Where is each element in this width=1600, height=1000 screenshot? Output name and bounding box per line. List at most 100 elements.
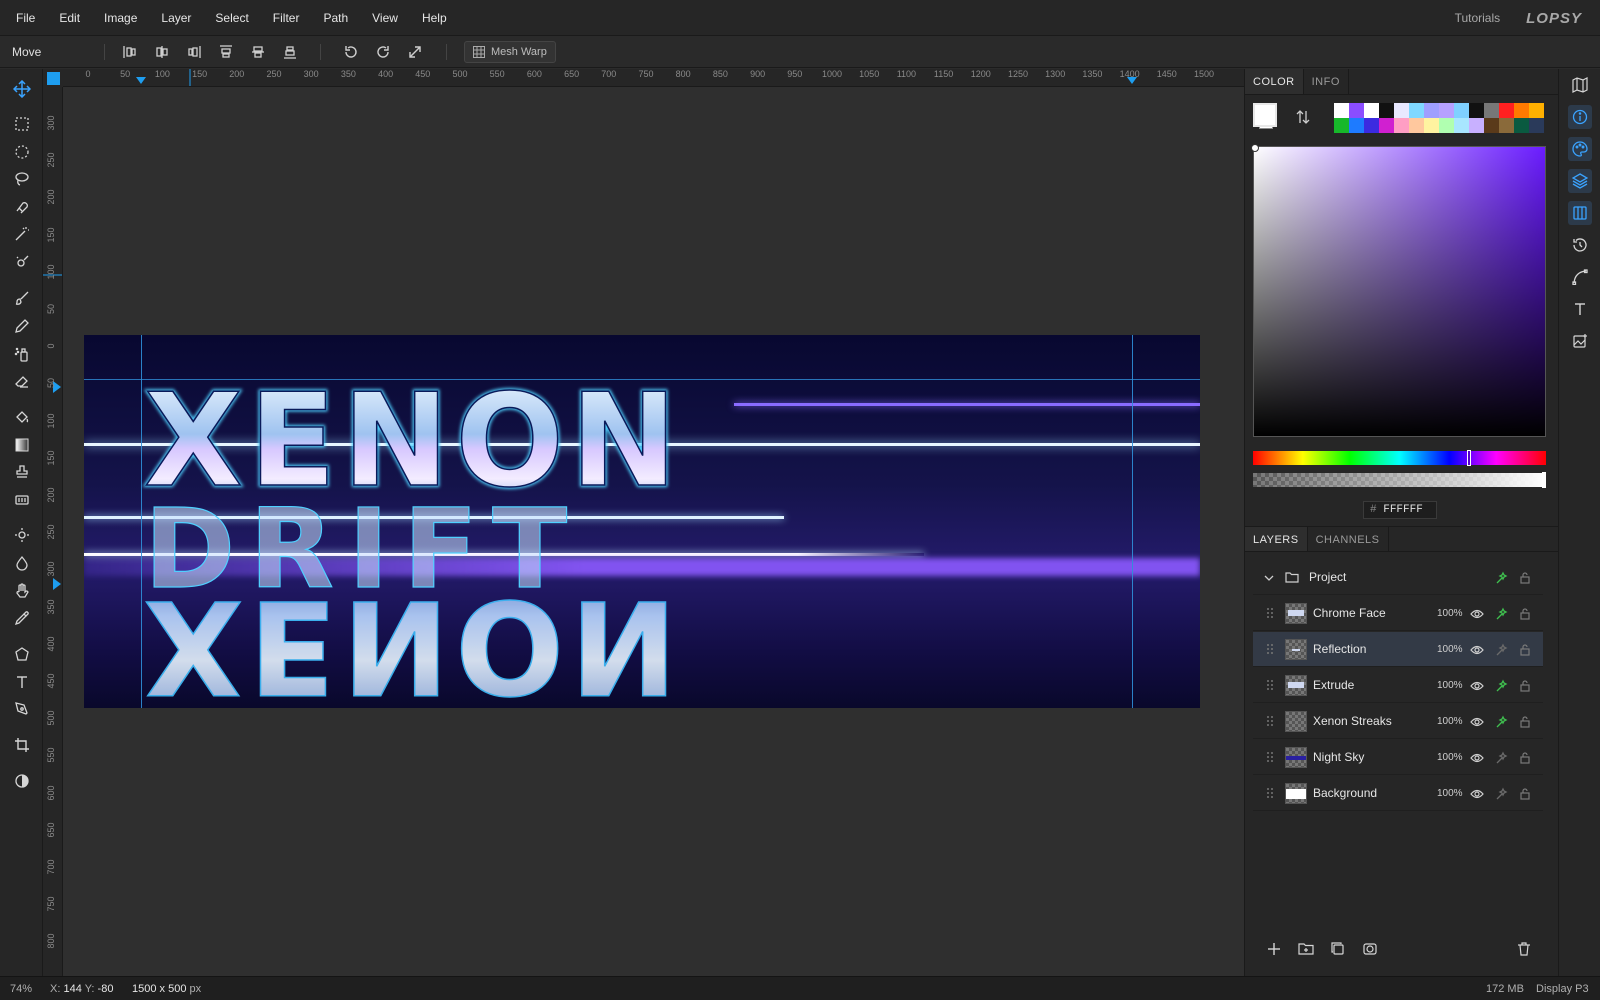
eye-icon[interactable] bbox=[1469, 750, 1485, 766]
quick-select-icon[interactable] bbox=[10, 250, 34, 274]
rotate-right-icon[interactable] bbox=[373, 42, 393, 62]
eye-icon[interactable] bbox=[1469, 606, 1485, 622]
info-icon[interactable] bbox=[1568, 105, 1592, 129]
layer-row[interactable]: Chrome Face 100% bbox=[1253, 596, 1543, 631]
palette-swatch[interactable] bbox=[1349, 118, 1364, 133]
eye-icon[interactable] bbox=[1469, 642, 1485, 658]
tab-color[interactable]: COLOR bbox=[1245, 69, 1304, 94]
new-group-icon[interactable] bbox=[1296, 939, 1316, 959]
pattern-stamp-icon[interactable] bbox=[10, 488, 34, 512]
paint-bucket-icon[interactable] bbox=[10, 405, 34, 429]
lock-icon[interactable] bbox=[1517, 570, 1533, 586]
magic-wand-icon[interactable] bbox=[10, 222, 34, 246]
palette-swatch[interactable] bbox=[1529, 118, 1544, 133]
palette-swatch[interactable] bbox=[1409, 103, 1424, 118]
palette-swatch[interactable] bbox=[1334, 103, 1349, 118]
palette-swatch[interactable] bbox=[1334, 118, 1349, 133]
palette-swatch[interactable] bbox=[1484, 103, 1499, 118]
color-palette[interactable] bbox=[1334, 103, 1544, 133]
polygon-icon[interactable] bbox=[10, 642, 34, 666]
fx-icon[interactable] bbox=[1493, 678, 1509, 694]
palette-swatch[interactable] bbox=[1529, 103, 1544, 118]
eye-icon[interactable] bbox=[1469, 786, 1485, 802]
lock-icon[interactable] bbox=[1517, 786, 1533, 802]
paths-icon[interactable] bbox=[1568, 265, 1592, 289]
palette-swatch[interactable] bbox=[1499, 103, 1514, 118]
spray-icon[interactable] bbox=[10, 342, 34, 366]
layer-opacity[interactable]: 100% bbox=[1437, 632, 1463, 667]
duplicate-icon[interactable] bbox=[1328, 939, 1348, 959]
hand-icon[interactable] bbox=[10, 579, 34, 603]
palette-swatch[interactable] bbox=[1469, 118, 1484, 133]
lock-icon[interactable] bbox=[1517, 642, 1533, 658]
layer-row[interactable]: Night Sky 100% bbox=[1253, 740, 1543, 775]
drag-handle-icon[interactable] bbox=[1267, 608, 1273, 618]
map-icon[interactable] bbox=[1568, 73, 1592, 97]
mesh-warp-button[interactable]: Mesh Warp bbox=[464, 41, 556, 63]
contrast-icon[interactable] bbox=[10, 769, 34, 793]
eye-icon[interactable] bbox=[1469, 678, 1485, 694]
menu-path[interactable]: Path bbox=[311, 0, 360, 36]
expand-icon[interactable] bbox=[405, 42, 425, 62]
artboard[interactable]: XENON XENON XENON DRIFT bbox=[84, 335, 1200, 708]
lock-icon[interactable] bbox=[1517, 678, 1533, 694]
move-tool-icon[interactable] bbox=[10, 77, 34, 101]
align-center-h-icon[interactable] bbox=[152, 42, 172, 62]
menu-select[interactable]: Select bbox=[203, 0, 260, 36]
guide-vertical[interactable] bbox=[1132, 335, 1133, 708]
trash-icon[interactable] bbox=[1514, 939, 1534, 959]
drag-handle-icon[interactable] bbox=[1267, 788, 1273, 798]
palette-swatch[interactable] bbox=[1439, 103, 1454, 118]
chevron-down-icon[interactable] bbox=[1263, 572, 1275, 584]
palette-swatch[interactable] bbox=[1379, 118, 1394, 133]
fx-icon[interactable] bbox=[1493, 750, 1509, 766]
palette-swatch[interactable] bbox=[1454, 118, 1469, 133]
palette-swatch[interactable] bbox=[1469, 103, 1484, 118]
fx-icon[interactable] bbox=[1493, 606, 1509, 622]
palette-swatch[interactable] bbox=[1409, 118, 1424, 133]
horizontal-ruler[interactable]: 0 50 100 150 200 250 300 350 400 450 500 550 600 650 7… bbox=[63, 69, 1244, 87]
hue-slider[interactable] bbox=[1253, 450, 1546, 466]
palette-swatch[interactable] bbox=[1514, 118, 1529, 133]
guide-horizontal[interactable] bbox=[84, 379, 1200, 380]
drag-handle-icon[interactable] bbox=[1267, 716, 1273, 726]
tab-layers[interactable]: LAYERS bbox=[1245, 527, 1308, 551]
foreground-color-swatch[interactable] bbox=[1253, 103, 1277, 127]
eraser-icon[interactable] bbox=[10, 369, 34, 393]
lock-icon[interactable] bbox=[1517, 750, 1533, 766]
palette-swatch[interactable] bbox=[1484, 118, 1499, 133]
drag-handle-icon[interactable] bbox=[1267, 680, 1273, 690]
align-middle-v-icon[interactable] bbox=[248, 42, 268, 62]
tab-channels[interactable]: CHANNELS bbox=[1308, 527, 1389, 551]
drag-handle-icon[interactable] bbox=[1267, 644, 1273, 654]
palette-swatch[interactable] bbox=[1394, 103, 1409, 118]
eyedropper-icon[interactable] bbox=[10, 606, 34, 630]
layer-row[interactable]: Xenon Streaks 100% bbox=[1253, 704, 1543, 739]
gradient-icon[interactable] bbox=[10, 433, 34, 457]
menu-image[interactable]: Image bbox=[92, 0, 149, 36]
fx-icon[interactable] bbox=[1493, 714, 1509, 730]
image-adjust-icon[interactable] bbox=[1568, 329, 1592, 353]
palette-icon[interactable] bbox=[1568, 137, 1592, 161]
layer-opacity[interactable]: 100% bbox=[1437, 668, 1463, 703]
canvas-viewport[interactable]: XENON XENON XENON DRIFT bbox=[63, 87, 1244, 976]
tab-info[interactable]: INFO bbox=[1304, 69, 1349, 94]
history-icon[interactable] bbox=[1568, 233, 1592, 257]
fx-icon[interactable] bbox=[1493, 570, 1509, 586]
layer-opacity[interactable]: 100% bbox=[1437, 740, 1463, 775]
align-top-icon[interactable] bbox=[216, 42, 236, 62]
brush-icon[interactable] bbox=[10, 286, 34, 310]
blur-drop-icon[interactable] bbox=[10, 551, 34, 575]
magnetic-lasso-icon[interactable] bbox=[10, 195, 34, 219]
dodge-icon[interactable] bbox=[10, 523, 34, 547]
align-left-icon[interactable] bbox=[120, 42, 140, 62]
layer-row[interactable]: Reflection 100% bbox=[1253, 632, 1543, 667]
palette-swatch[interactable] bbox=[1364, 118, 1379, 133]
eye-icon[interactable] bbox=[1469, 714, 1485, 730]
palette-swatch[interactable] bbox=[1454, 103, 1469, 118]
mask-icon[interactable] bbox=[1360, 939, 1380, 959]
fx-icon[interactable] bbox=[1493, 786, 1509, 802]
tutorials-link[interactable]: Tutorials bbox=[1455, 11, 1501, 25]
type-panel-icon[interactable] bbox=[1568, 297, 1592, 321]
palette-swatch[interactable] bbox=[1394, 118, 1409, 133]
